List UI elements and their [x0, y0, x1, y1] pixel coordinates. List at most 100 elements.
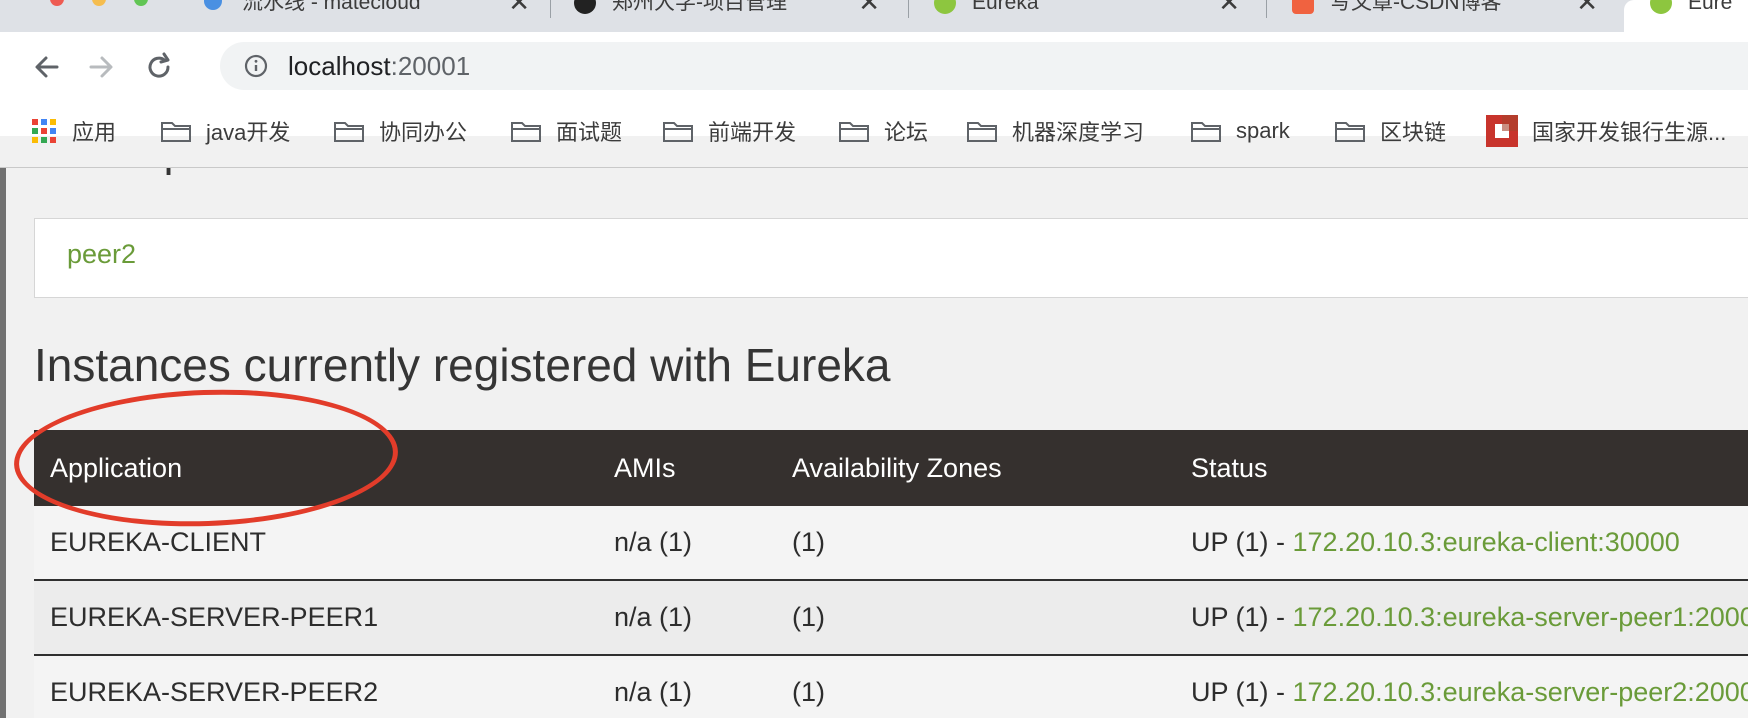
instances-table: Application AMIs Availability Zones Stat…: [34, 430, 1748, 718]
header-amis: AMIs: [614, 453, 676, 483]
cell-amis: n/a (1): [614, 527, 693, 557]
url-text: localhost:20001: [288, 52, 470, 80]
bookmark-label: 论坛: [884, 120, 929, 145]
bookmark-java[interactable]: java开发: [160, 110, 290, 152]
bookmark-label: 应用: [72, 120, 117, 145]
folder-icon: [839, 122, 869, 142]
tab-eureka-active[interactable]: Eure: [1624, 0, 1748, 32]
folder-icon: [161, 122, 191, 142]
instance-link[interactable]: 172.20.10.3:eureka-client:30000: [1293, 527, 1680, 557]
cell-zones: (1): [792, 677, 825, 707]
close-icon[interactable]: ✕: [858, 0, 880, 15]
bookmark-label: 面试题: [556, 120, 623, 145]
bookmark-interview[interactable]: 面试题: [510, 110, 622, 152]
arrow-right-icon: [89, 56, 113, 78]
tab-title: Eureka: [972, 0, 1039, 14]
table-row: EUREKA-SERVER-PEER1 n/a (1) (1) UP (1) -…: [34, 581, 1748, 656]
eureka-page: DS Replicas peer2 Instances currently re…: [0, 168, 1748, 718]
reload-button[interactable]: [142, 50, 176, 84]
bookmark-label: 国家开发银行生源...: [1532, 120, 1727, 145]
tab-title: Eure: [1688, 0, 1733, 14]
cell-amis: n/a (1): [614, 677, 693, 707]
url-host: localhost: [288, 51, 391, 81]
folder-icon: [967, 122, 997, 142]
forward-button[interactable]: [84, 50, 118, 84]
arrow-left-icon: [35, 56, 59, 78]
close-icon[interactable]: ✕: [508, 0, 530, 15]
bookmarks-bar: 应用 java开发 协同办公 面试题 前端开发 论坛 机器深度学习 spark: [0, 110, 1748, 152]
url-port: :20001: [390, 51, 471, 81]
folder-icon: [663, 122, 693, 142]
cell-application: EUREKA-SERVER-PEER2: [50, 677, 379, 707]
tab-title: 流水线 - matecloud: [242, 0, 421, 14]
bookmark-label: 机器深度学习: [1012, 120, 1145, 145]
cell-status: UP (1) - 172.20.10.3:eureka-client:30000: [1191, 506, 1680, 578]
tab-pipeline[interactable]: 流水线 - matecloud ✕: [190, 0, 550, 32]
cell-zones: (1): [792, 527, 825, 557]
folder-icon: [1335, 122, 1365, 142]
bookmark-spark[interactable]: spark: [1190, 110, 1290, 152]
header-application: Application: [50, 453, 183, 483]
github-icon: [574, 0, 596, 14]
bookmark-label: 前端开发: [708, 120, 797, 145]
close-icon[interactable]: ✕: [1218, 0, 1240, 15]
spring-leaf-icon: [1650, 0, 1672, 14]
cdb-logo-icon: [1486, 115, 1518, 147]
cell-status: UP (1) - 172.20.10.3:eureka-server-peer1…: [1191, 581, 1748, 653]
window-close-dot[interactable]: [50, 0, 64, 6]
window-minimize-dot[interactable]: [92, 0, 106, 6]
bookmark-frontend[interactable]: 前端开发: [662, 110, 796, 152]
tab-eureka[interactable]: Eureka ✕: [920, 0, 1260, 32]
reload-icon: [148, 52, 170, 78]
apps-grid-icon: [32, 119, 56, 143]
csdn-icon: [1292, 0, 1314, 14]
address-bar[interactable]: localhost:20001: [220, 42, 1748, 90]
folder-icon: [334, 122, 364, 142]
tab-separator: [908, 0, 909, 18]
table-row: EUREKA-SERVER-PEER2 n/a (1) (1) UP (1) -…: [34, 656, 1748, 718]
tab-title: 郑州大学-项目管理: [612, 0, 787, 14]
instance-link[interactable]: 172.20.10.3:eureka-server-peer2:20001: [1293, 677, 1748, 707]
status-prefix: UP (1) -: [1191, 677, 1293, 707]
bookmark-blockchain[interactable]: 区块链: [1334, 110, 1446, 152]
cell-amis: n/a (1): [614, 602, 693, 632]
tab-title: 写文章-CSDN博客: [1330, 0, 1502, 14]
tab-strip: 流水线 - matecloud ✕ 郑州大学-项目管理 ✕ Eureka ✕ 写…: [0, 0, 1748, 32]
table-row: EUREKA-CLIENT n/a (1) (1) UP (1) - 172.2…: [34, 506, 1748, 581]
window-edge: [0, 168, 6, 718]
cell-application: EUREKA-CLIENT: [50, 527, 267, 557]
bookmark-ml[interactable]: 机器深度学习: [966, 110, 1144, 152]
tab-project-management[interactable]: 郑州大学-项目管理 ✕: [560, 0, 900, 32]
table-header: Application AMIs Availability Zones Stat…: [34, 430, 1748, 506]
header-availability-zones: Availability Zones: [792, 453, 1002, 483]
replicas-box: peer2: [34, 218, 1748, 298]
spring-leaf-icon: [934, 0, 956, 14]
window-zoom-dot[interactable]: [134, 0, 148, 6]
header-status: Status: [1191, 453, 1268, 483]
tab-separator: [1266, 0, 1267, 18]
tab-separator: [550, 0, 551, 18]
ds-replicas-heading: DS Replicas: [34, 168, 276, 182]
bookmark-cdb[interactable]: 国家开发银行生源...: [1486, 110, 1726, 152]
close-icon[interactable]: ✕: [1576, 0, 1598, 15]
back-button[interactable]: [30, 50, 64, 84]
bookmark-label: java开发: [206, 120, 291, 145]
status-prefix: UP (1) -: [1191, 527, 1293, 557]
bookmark-label: spark: [1236, 118, 1290, 143]
cell-application: EUREKA-SERVER-PEER1: [50, 602, 379, 632]
status-prefix: UP (1) -: [1191, 602, 1293, 632]
replica-link-peer2[interactable]: peer2: [67, 239, 136, 270]
bookmark-apps[interactable]: 应用: [32, 110, 116, 152]
instances-title: Instances currently registered with Eure…: [34, 339, 891, 391]
tab-csdn[interactable]: 写文章-CSDN博客 ✕: [1278, 0, 1618, 32]
info-icon[interactable]: [244, 54, 268, 78]
bookmark-forum[interactable]: 论坛: [838, 110, 928, 152]
gitee-icon: [204, 0, 222, 10]
folder-icon: [511, 122, 541, 142]
bookmark-collab[interactable]: 协同办公: [333, 110, 467, 152]
bookmark-label: 区块链: [1380, 120, 1447, 145]
folder-icon: [1191, 122, 1221, 142]
instance-link[interactable]: 172.20.10.3:eureka-server-peer1:20000: [1293, 602, 1748, 632]
cell-zones: (1): [792, 602, 825, 632]
bookmark-label: 协同办公: [379, 120, 468, 145]
